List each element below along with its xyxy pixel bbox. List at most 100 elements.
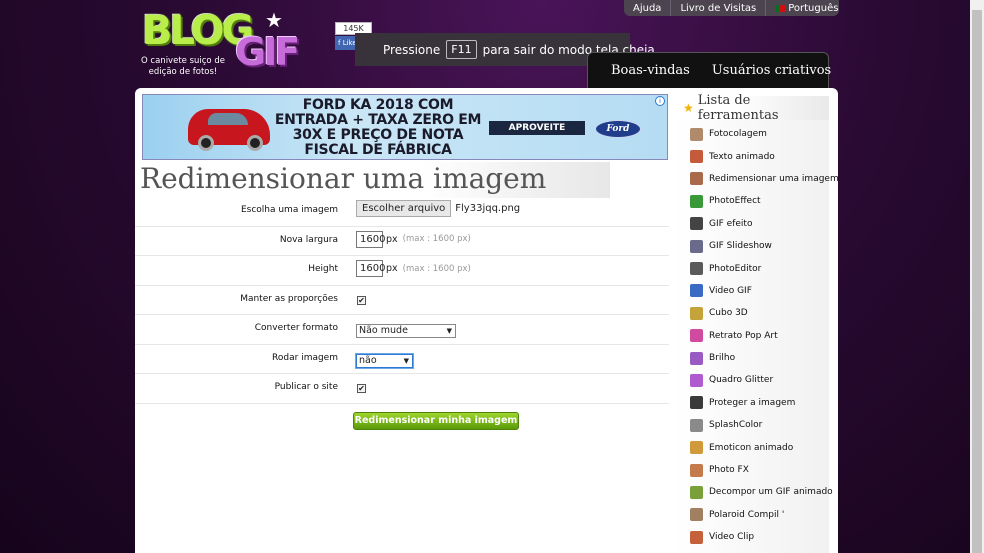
tool-label: GIF efeito [709, 218, 753, 229]
form-row-format: Converter formato Não mude ▼ [135, 315, 669, 345]
format-select[interactable]: Não mude ▼ [356, 324, 456, 338]
guestbook-link[interactable]: Livro de Visitas [671, 0, 767, 16]
sidebar-tool-item[interactable]: GIF efeito [673, 213, 829, 235]
f11-key: F11 [446, 40, 477, 59]
top-navigation: Ajuda Livro de Visitas Português [624, 0, 839, 16]
scrollbar-thumb[interactable] [972, 10, 982, 553]
form-row-width: Nova largura 1600 px (max : 1600 px) [135, 227, 669, 256]
width-unit: px [386, 233, 398, 245]
dropdown-arrow-icon: ▼ [403, 356, 409, 365]
publish-checkbox[interactable]: ✔ [357, 384, 366, 393]
height-hint: (max : 1600 px) [402, 263, 471, 274]
form-row-rotate: Rodar imagem não ▼ [135, 345, 669, 374]
sidebar-tool-item[interactable]: Redimensionar uma imagem [673, 168, 839, 190]
sidebar-tool-item[interactable]: GIF Slideshow [673, 235, 829, 257]
tool-thumbnail-icon [690, 418, 703, 432]
file-name: Fly33jqq.png [455, 203, 521, 214]
sidebar-tool-item[interactable]: Photo FX [673, 459, 829, 481]
car-wheel [198, 135, 214, 151]
tool-thumbnail-icon [690, 351, 703, 365]
sidebar-header: ★ Lista de ferramentas [673, 93, 829, 123]
main-navigation: Boas-vindas Usuários criativos [587, 52, 831, 88]
tools-sidebar: ★ Lista de ferramentas Fotocolagem Texto … [673, 93, 839, 553]
resize-form: Escolha uma imagem Escolher arquivo Fly3… [135, 197, 669, 404]
tool-thumbnail-icon [690, 441, 703, 455]
tool-thumbnail-icon [690, 239, 703, 253]
tool-label: Decompor um GIF animado [709, 487, 833, 498]
tool-label: Fotocolagem [709, 129, 767, 140]
tool-label: Polaroid Compil ' [709, 509, 785, 520]
tool-thumbnail-icon [690, 150, 703, 164]
tool-thumbnail-icon [690, 262, 703, 276]
tool-label: Video Clip [709, 532, 755, 543]
tool-label: PhotoEditor [709, 263, 762, 274]
tool-label: Proteger a imagem [709, 397, 796, 408]
page-scrollbar[interactable] [970, 0, 984, 553]
car-wheel [247, 135, 263, 151]
sidebar-tool-item[interactable]: Fotocolagem [673, 123, 829, 145]
tool-label: SplashColor [709, 420, 763, 431]
sidebar-title: Lista de ferramentas [697, 93, 779, 123]
sidebar-tool-item[interactable]: Texto animado [673, 145, 829, 167]
keep-ratio-label: Manter as proporções [240, 293, 338, 304]
keep-ratio-checkbox[interactable]: ✔ [357, 295, 366, 305]
page-title: Redimensionar uma imagem [140, 162, 610, 198]
tool-thumbnail-icon [690, 373, 703, 387]
file-label: Escolha uma imagem [240, 205, 338, 215]
width-label: Nova largura [279, 234, 338, 245]
tool-thumbnail-icon [690, 463, 703, 477]
width-input[interactable]: 1600 [356, 230, 385, 248]
height-input[interactable]: 1600 [356, 260, 385, 277]
choose-file-button[interactable]: Escolher arquivo [356, 200, 452, 217]
resize-submit-button[interactable]: Redimensionar minha imagem [353, 412, 519, 430]
sidebar-tool-item[interactable]: SplashColor [673, 414, 829, 436]
sidebar-tool-item[interactable]: Brilho [673, 347, 829, 369]
nav-welcome[interactable]: Boas-vindas [611, 63, 690, 78]
form-row-publish: Publicar o site ✔ [135, 374, 669, 404]
ad-headline: FORD KA 2018 COM ENTRADA + TAXA ZERO EM … [274, 97, 482, 158]
sidebar-tool-item[interactable]: Video Clip [673, 526, 829, 548]
nav-creative-users[interactable]: Usuários criativos [712, 63, 831, 78]
portugal-flag-icon [775, 4, 786, 12]
tool-thumbnail-icon [690, 127, 703, 141]
format-label: Converter formato [254, 323, 338, 333]
height-unit: px [386, 263, 398, 274]
sidebar-tool-item[interactable]: Cubo 3D [673, 302, 829, 324]
tool-list: Fotocolagem Texto animado Redimensionar um… [673, 120, 839, 548]
tool-thumbnail-icon [690, 194, 703, 208]
tool-label: Photo FX [709, 465, 749, 476]
tool-thumbnail-icon [690, 396, 703, 410]
sidebar-tool-item[interactable]: Decompor um GIF animado [673, 481, 833, 503]
star-icon: ★ [265, 8, 283, 32]
toast-prefix: Pressione [383, 42, 441, 57]
publish-label: Publicar o site [274, 382, 338, 392]
sidebar-tool-item[interactable]: Retrato Pop Art [673, 325, 829, 347]
sidebar-tool-item[interactable]: Emoticon animado [673, 436, 829, 458]
dropdown-arrow-icon: ▼ [446, 327, 452, 335]
tool-label: Emoticon animado [709, 442, 794, 453]
language-selector[interactable]: Português [766, 0, 847, 16]
sidebar-tool-item[interactable]: Video GIF [673, 280, 829, 302]
form-row-keep-ratio: Manter as proporções ✔ [135, 286, 669, 315]
tool-thumbnail-icon [690, 217, 703, 231]
sidebar-tool-item[interactable]: Proteger a imagem [673, 392, 829, 414]
help-link[interactable]: Ajuda [624, 0, 672, 16]
tool-label: Texto animado [709, 151, 775, 162]
tool-thumbnail-icon [690, 485, 703, 499]
sidebar-tool-item[interactable]: PhotoEffect [673, 190, 829, 212]
tool-label: Video GIF [709, 285, 752, 296]
site-tagline: O canivete suiço de edição de fotos! [141, 56, 225, 77]
tool-label: Retrato Pop Art [709, 330, 778, 341]
ford-ad-banner[interactable]: FORD KA 2018 COM ENTRADA + TAXA ZERO EM … [142, 94, 668, 160]
tool-label: Cubo 3D [709, 308, 748, 319]
ad-info-icon[interactable]: i [655, 96, 665, 106]
ad-cta-button[interactable]: APROVEITE [489, 121, 585, 135]
tool-thumbnail-icon [690, 329, 703, 343]
tool-thumbnail-icon [690, 172, 703, 186]
rotate-select[interactable]: não ▼ [356, 353, 413, 368]
sidebar-tool-item[interactable]: Quadro Glitter [673, 369, 829, 391]
sidebar-tool-item[interactable]: PhotoEditor [673, 257, 829, 279]
sidebar-tool-item[interactable]: Polaroid Compil ' [673, 504, 829, 526]
tool-thumbnail-icon [690, 306, 703, 320]
language-label: Português [788, 2, 839, 14]
